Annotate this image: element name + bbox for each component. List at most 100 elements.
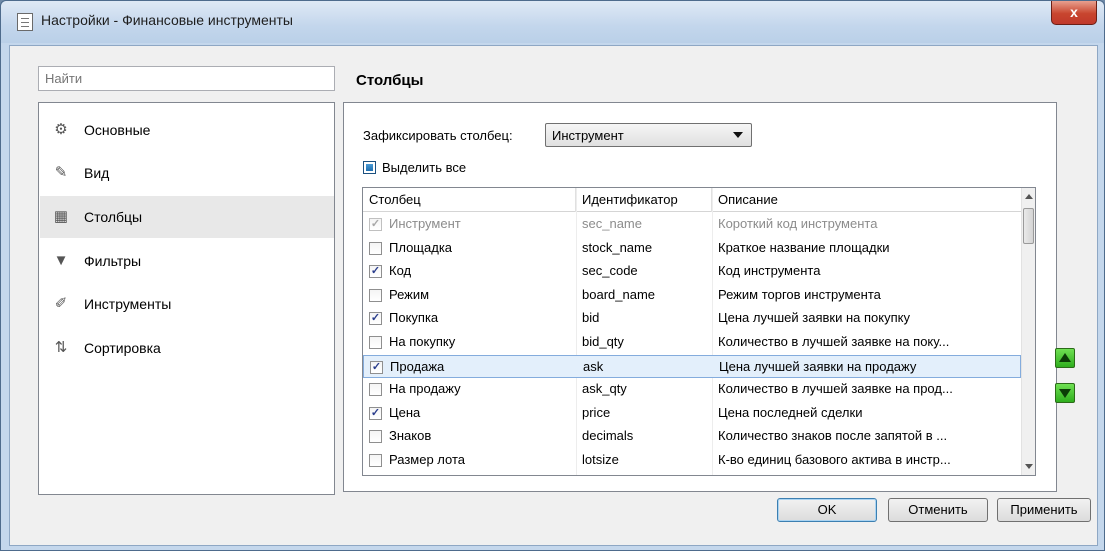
row-checkbox: ✓ [369, 218, 382, 231]
sidebar-item-label: Фильтры [84, 253, 142, 269]
chevron-down-icon [733, 132, 743, 138]
sidebar-item-label: Сортировка [84, 340, 161, 356]
row-description: Режим торгов инструмента [718, 286, 881, 302]
settings-sidebar: ⚙ Основные ✎ Вид ▦ Столбцы ▼ Фильтры ✐ И… [38, 102, 335, 495]
arrow-up-icon [1059, 353, 1071, 362]
scroll-down-icon[interactable] [1025, 464, 1033, 469]
row-column-name: Код [389, 263, 412, 279]
row-column-name: На продажу [389, 381, 461, 397]
columns-icon: ▦ [53, 208, 69, 225]
row-description: Короткий код инструмента [718, 216, 878, 231]
row-checkbox[interactable]: ✓ [369, 265, 382, 279]
sidebar-item-sorting[interactable]: ⇅ Сортировка [40, 327, 334, 369]
table-row[interactable]: На покупку bid_qty Количество в лучшей зая… [363, 331, 1021, 355]
tools-icon: ✐ [54, 295, 68, 312]
close-button[interactable]: x [1051, 1, 1097, 25]
row-column-name: Размер лота [389, 452, 466, 467]
fix-column-select[interactable]: Инструмент [545, 123, 752, 147]
columns-panel: Зафиксировать столбец: Инструмент Выдели… [343, 102, 1075, 492]
settings-window: Настройки - Финансовые инструменты x ⚙ О… [0, 0, 1105, 551]
table-row[interactable]: ✓ Инструмент sec_name Короткий код инструме… [363, 213, 1021, 237]
apply-button[interactable]: Применить [997, 498, 1091, 522]
sidebar-item-view[interactable]: ✎ Вид [40, 152, 334, 194]
row-identifier: lotsize [582, 452, 619, 467]
search-input[interactable] [38, 66, 335, 91]
scroll-thumb[interactable] [1023, 208, 1034, 244]
row-checkbox[interactable] [369, 288, 382, 302]
select-all-label: Выделить все [382, 160, 467, 175]
arrow-down-icon [1059, 389, 1071, 398]
filter-icon: ▼ [53, 252, 69, 269]
row-column-name: Инструмент [389, 216, 461, 231]
row-checkbox[interactable]: ✓ [369, 312, 382, 326]
row-description: К-во единиц базового актива в инстр... [718, 452, 951, 467]
row-column-name: Площадка [389, 239, 453, 255]
brush-icon: ✎ [54, 164, 68, 181]
row-column-name: Покупка [389, 310, 439, 326]
window-title: Настройки - Финансовые инструменты [41, 12, 293, 28]
sidebar-item-label: Столбцы [84, 209, 143, 225]
section-title: Столбцы [356, 72, 424, 89]
row-checkbox[interactable] [369, 336, 382, 349]
move-up-button[interactable] [1055, 348, 1075, 368]
row-checkbox[interactable] [369, 430, 382, 444]
select-all-checkbox[interactable] [363, 161, 376, 174]
row-column-name: Цена [389, 404, 421, 420]
scroll-up-icon[interactable] [1025, 194, 1033, 199]
cancel-button[interactable]: Отменить [888, 498, 988, 522]
row-checkbox[interactable]: ✓ [369, 406, 382, 420]
row-column-name: Знаков [389, 428, 432, 444]
row-column-name: Продажа [390, 358, 445, 374]
row-description: Цена последней сделки [718, 404, 863, 420]
sidebar-item-general[interactable]: ⚙ Основные [40, 109, 334, 151]
gear-icon: ⚙ [54, 121, 68, 138]
move-down-button[interactable] [1055, 383, 1075, 403]
row-description: Цена лучшей заявки на продажу [719, 358, 917, 374]
row-identifier: decimals [582, 428, 634, 444]
header-column[interactable]: Столбец [363, 188, 576, 212]
table-row[interactable]: ✓ Покупка bid Цена лучшей заявки на покупку [363, 307, 1021, 331]
window-icon [17, 13, 33, 31]
header-description[interactable]: Описание [712, 188, 1021, 212]
sidebar-item-label: Вид [84, 165, 110, 181]
ok-button[interactable]: OK [777, 498, 877, 522]
table-header: Столбец Идентификатор Описание [363, 188, 1021, 212]
table-row[interactable]: Площадка stock_name Краткое название площа… [363, 237, 1021, 261]
row-checkbox[interactable] [369, 454, 382, 467]
table-row[interactable]: На продажу ask_qty Количество в лучшей зая… [363, 378, 1021, 402]
sidebar-item-label: Инструменты [84, 296, 172, 312]
row-identifier: bid [582, 310, 600, 326]
title-bar[interactable]: Настройки - Финансовые инструменты x [1, 1, 1104, 43]
table-row[interactable]: ✓ Цена price Цена последней сделки [363, 402, 1021, 426]
row-description: Код инструмента [718, 263, 821, 279]
row-identifier: bid_qty [582, 334, 624, 349]
row-checkbox[interactable] [369, 241, 382, 255]
row-checkbox[interactable]: ✓ [370, 360, 383, 374]
row-identifier: price [582, 404, 611, 420]
row-description: Количество знаков после запятой в ... [718, 428, 948, 444]
row-identifier: sec_code [582, 263, 638, 279]
table-row[interactable]: Знаков decimals Количество знаков после за… [363, 425, 1021, 449]
table-row[interactable]: Размер лота lotsize К-во единиц базового а… [363, 449, 1021, 473]
row-description: Количество в лучшей заявке на поку... [718, 334, 950, 349]
table-row[interactable]: ✓ Продажа ask Цена лучшей заявки на продажу [363, 354, 1021, 379]
fix-column-label: Зафиксировать столбец: [363, 128, 513, 143]
row-identifier: ask_qty [582, 381, 627, 397]
row-column-name: Режим [389, 286, 430, 302]
sidebar-item-columns[interactable]: ▦ Столбцы [40, 196, 334, 238]
row-checkbox[interactable] [369, 383, 382, 397]
table-scrollbar[interactable] [1021, 188, 1035, 475]
row-description: Цена лучшей заявки на покупку [718, 310, 910, 326]
table-row[interactable]: ✓ Код sec_code Код инструмента [363, 260, 1021, 284]
sidebar-item-tools[interactable]: ✐ Инструменты [40, 283, 334, 325]
dialog-body: ⚙ Основные ✎ Вид ▦ Столбцы ▼ Фильтры ✐ И… [9, 45, 1098, 546]
row-identifier: board_name [582, 286, 655, 302]
table-row[interactable]: Режим board_name Режим торгов инструмента [363, 284, 1021, 308]
columns-table: Столбец Идентификатор Описание ✓ Инструме… [362, 187, 1036, 476]
header-identifier[interactable]: Идентификатор [576, 188, 712, 212]
row-description: Краткое название площадки [718, 239, 890, 255]
fix-column-value: Инструмент [552, 128, 624, 143]
row-description: Количество в лучшей заявке на прод... [718, 381, 953, 397]
sidebar-item-filters[interactable]: ▼ Фильтры [40, 240, 334, 282]
sort-az-icon: ⇅ [54, 339, 68, 356]
